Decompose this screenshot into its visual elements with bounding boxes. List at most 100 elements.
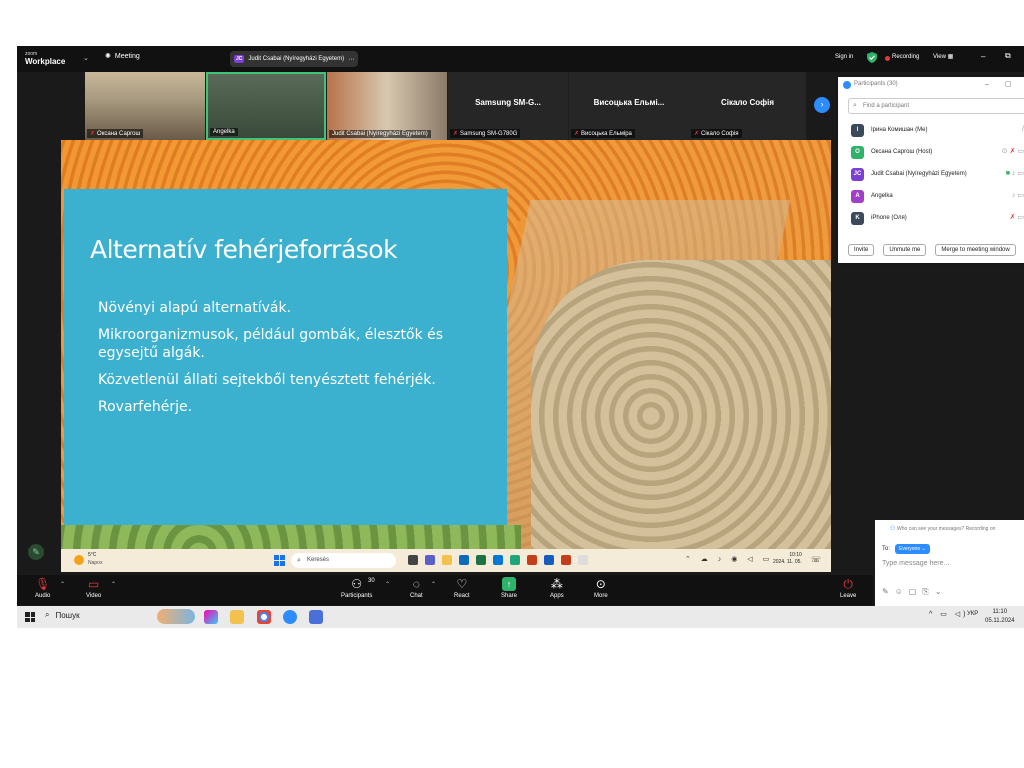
search-placeholder: Find a participant xyxy=(863,103,910,109)
copilot-icon[interactable] xyxy=(204,610,218,624)
powerpoint-icon xyxy=(527,555,537,565)
teams-icon xyxy=(425,555,435,565)
chat-tools[interactable]: ✎☺▢⎘⌄ xyxy=(882,587,948,597)
chat-message-input[interactable]: Type message here... xyxy=(882,560,949,567)
react-button[interactable]: ♡ React xyxy=(454,577,470,599)
meeting-info-button[interactable]: ✺ Meeting xyxy=(105,52,140,61)
avatar: I xyxy=(851,124,864,137)
next-page-icon[interactable]: › xyxy=(814,97,830,113)
app-icon[interactable] xyxy=(309,610,323,624)
meeting-icon: ✺ xyxy=(105,53,111,60)
windows-start-icon[interactable] xyxy=(25,612,35,622)
tile-big-name: Samsung SM-G... xyxy=(475,98,541,107)
os-clock[interactable]: 11:10 05.11.2024 xyxy=(985,608,1015,626)
os-search-box[interactable]: ⌕ Пошук xyxy=(45,610,80,620)
tile-name: Сікало Софія xyxy=(701,130,739,137)
chat-button[interactable]: ◌ Chat xyxy=(410,577,423,599)
leave-button[interactable]: ⏻ Leave xyxy=(840,577,856,599)
apps-icon: ⁂ xyxy=(550,577,563,591)
video-off-icon: ▭ xyxy=(87,577,100,591)
participant-list: I Ірина Комишан (Me) / O Оксана Саргош (… xyxy=(848,119,1024,229)
video-button[interactable]: ▭ Video xyxy=(86,577,101,599)
participant-name: Judit Csabai (Nyíregyházi Egyetem) xyxy=(871,171,967,177)
participant-row[interactable]: O Оксана Саргош (Host) ⊙ ✗ ▭ xyxy=(848,141,1024,163)
video-caret-icon[interactable]: ⌃ xyxy=(111,581,116,588)
file-explorer-icon[interactable] xyxy=(230,610,244,624)
app-icon xyxy=(408,555,418,565)
video-tile-active-speaker[interactable]: Angelka xyxy=(206,72,326,140)
tile-big-name: Сікало Софія xyxy=(720,98,775,107)
file-icon xyxy=(578,555,588,565)
windows-start-icon xyxy=(274,555,285,566)
app-icon xyxy=(510,555,520,565)
os-search-label: Пошук xyxy=(55,610,80,620)
outlook-icon xyxy=(459,555,469,565)
video-tile[interactable]: Samsung SM-G... ✗ Samsung SM-G780G xyxy=(448,72,568,140)
video-tile[interactable]: Сікало Софія ✗ Сікало Софія xyxy=(689,72,806,140)
recording-label[interactable]: Recording xyxy=(892,54,919,60)
video-tile[interactable]: ✗ Оксана Саргош xyxy=(85,72,205,140)
participant-search-input[interactable]: ⌕ Find a participant xyxy=(848,98,1024,114)
chat-visibility-note[interactable]: Who can see your messages? Recording on xyxy=(897,526,995,532)
security-indicator-icon[interactable]: ✎ xyxy=(28,544,44,560)
slide-text-panel: Alternatív fehérjeforrások Növényi alapú… xyxy=(64,189,507,525)
invite-button[interactable]: Invite xyxy=(848,244,875,256)
participant-row[interactable]: I Ірина Комишан (Me) / xyxy=(848,119,1024,141)
os-system-tray[interactable]: ^ ▭ ◁) xyxy=(929,610,969,618)
chat-recipient-select[interactable]: Everyone ⌄ xyxy=(895,544,930,554)
shared-system-tray: ⌃ ☁ ♪ ◉ ◁ ▭ xyxy=(685,556,774,563)
participant-row[interactable]: A Angelka ♪ ▭ xyxy=(848,185,1024,207)
participants-label: Participants xyxy=(341,593,373,599)
shared-search-label: Keresés xyxy=(307,557,330,563)
zoom-logo: zoom Workplace xyxy=(25,50,65,66)
participants-header: Participants (30) – ▢ xyxy=(838,77,1024,92)
mic-muted-icon: ✗ xyxy=(90,131,96,137)
zoom-app-icon xyxy=(843,81,851,89)
react-label: React xyxy=(454,593,470,599)
participant-row[interactable]: K iPhone (Оля) ✗ ▭ xyxy=(848,207,1024,229)
video-tile[interactable]: Висоцька Ельмі... ✗ Висоцька Ельміра xyxy=(569,72,689,140)
more-icon[interactable]: ⋯ xyxy=(348,56,354,63)
zoom-icon[interactable] xyxy=(283,610,297,624)
apps-button[interactable]: ⁂ Apps xyxy=(550,577,564,599)
shared-search-box: ⌕ Keresés xyxy=(291,553,396,568)
video-tile[interactable]: Judit Csabai (Nyíregyházi Egyetem) xyxy=(327,72,447,140)
sign-in-link[interactable]: Sign in xyxy=(835,54,853,60)
participants-caret-icon[interactable]: ⌃ xyxy=(385,581,390,588)
view-button[interactable]: View ▦ xyxy=(933,53,953,60)
mic-muted-icon: ✗ xyxy=(694,131,700,137)
chat-caret-icon[interactable]: ⌃ xyxy=(431,581,436,588)
tile-big-name: Висоцька Ельмі... xyxy=(593,98,665,107)
avatar: JC xyxy=(851,168,864,181)
more-icon: ⊙ xyxy=(595,577,606,591)
minimize-icon[interactable]: – xyxy=(981,52,985,61)
shared-time: 10:10 xyxy=(789,552,802,558)
recipient-value: Everyone xyxy=(899,546,921,552)
maximize-icon[interactable]: ▢ xyxy=(1005,77,1012,92)
leave-label: Leave xyxy=(840,593,857,599)
audio-caret-icon[interactable]: ⌃ xyxy=(60,581,65,588)
minimize-icon[interactable]: – xyxy=(985,77,989,92)
merge-button[interactable]: Merge to meeting window xyxy=(935,244,1016,256)
chevron-down-icon[interactable]: ⌄ xyxy=(83,54,89,62)
os-taskbar: ⌕ Пошук ^ ▭ ◁) УКР 11:10 05.11.2024 xyxy=(17,606,1024,628)
restore-icon[interactable]: ⧉ xyxy=(1005,51,1011,61)
tile-name: Angelka xyxy=(213,129,235,135)
active-speaker-pill[interactable]: JC Judit Csabai (Nyíregyházi Egyetem) ⋯ xyxy=(230,51,359,67)
weather-temp: 5°C xyxy=(88,552,97,558)
share-button[interactable]: ↑ Share xyxy=(501,577,517,599)
shared-screen: Alternatív fehérjeforrások Növényi alapú… xyxy=(61,140,831,572)
chrome-icon[interactable] xyxy=(257,610,271,624)
participant-row[interactable]: JC Judit Csabai (Nyíregyházi Egyetem) ■ … xyxy=(848,163,1024,185)
more-button[interactable]: ⊙ More xyxy=(594,577,608,599)
participant-name: Ірина Комишан (Me) xyxy=(871,127,928,133)
language-indicator[interactable]: УКР xyxy=(967,611,978,617)
shield-check-icon[interactable] xyxy=(867,52,877,63)
slide-bullet: Növényi alapú alternatívák. xyxy=(98,300,292,316)
participants-title: Participants (30) xyxy=(854,81,898,87)
audio-button[interactable]: 🎙︎ Audio xyxy=(35,577,50,599)
unmute-me-button[interactable]: Unmute me xyxy=(883,244,927,256)
mic-muted-icon: 🎙︎ xyxy=(35,577,51,591)
os-time: 11:10 xyxy=(992,609,1008,615)
weather-desc: Napos xyxy=(88,560,103,566)
